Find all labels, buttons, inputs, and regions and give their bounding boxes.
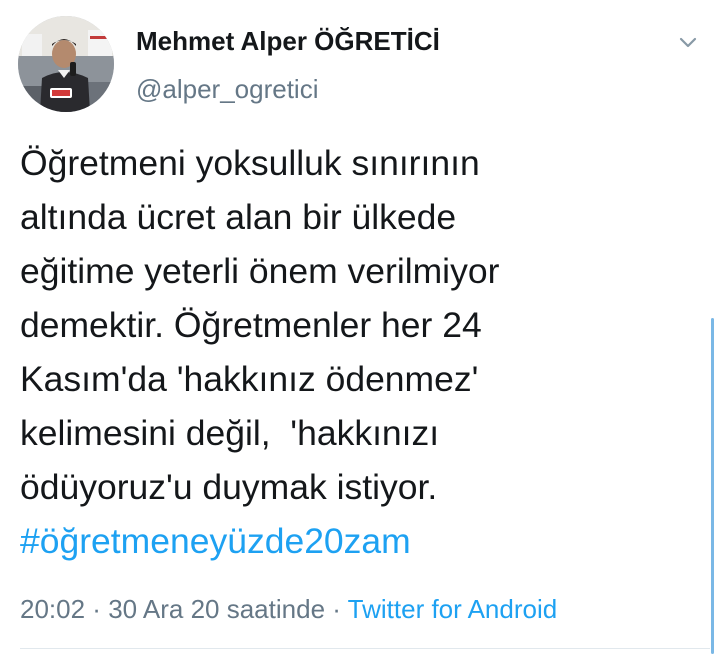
tweet-meta: 20:02 · 30 Ara 20 saatinde · Twitter for… (20, 594, 557, 625)
tweet-line: altında ücret alan bir ülkede (20, 197, 457, 237)
tweet-line: ödüyoruz'u duymak istiyor. (20, 467, 438, 507)
hashtag-link[interactable]: #öğretmeneyüzde20zam (20, 514, 690, 568)
tweet-date[interactable]: 30 Ara 20 saatinde (108, 594, 325, 624)
meta-separator: · (85, 594, 109, 624)
divider (20, 648, 710, 649)
meta-separator: · (325, 594, 348, 624)
tweet-line: eğitime yeterli önem verilmiyor (20, 251, 500, 291)
tweet-source-link[interactable]: Twitter for Android (348, 594, 558, 624)
profile-photo-icon (18, 16, 114, 112)
avatar[interactable] (18, 16, 114, 112)
tweet-line: Öğretmeni yoksulluk sınırının (20, 143, 480, 183)
author-handle[interactable]: @alper_ogretici (136, 74, 318, 105)
author-display-name[interactable]: Mehmet Alper ÖĞRETİCİ (136, 26, 440, 57)
chevron-down-icon[interactable] (676, 30, 700, 54)
tweet-body: Öğretmeni yoksulluk sınırının altında üc… (20, 136, 690, 568)
tweet-line: kelimesini değil, 'hakkınızı (20, 413, 440, 453)
tweet: Mehmet Alper ÖĞRETİCİ @alper_ogretici Öğ… (0, 0, 720, 654)
tweet-line: Kasım'da 'hakkınız ödenmez' (20, 359, 479, 399)
scrollbar[interactable] (711, 318, 714, 654)
tweet-time[interactable]: 20:02 (20, 594, 85, 624)
tweet-line: demektir. Öğretmenler her 24 (20, 305, 482, 345)
